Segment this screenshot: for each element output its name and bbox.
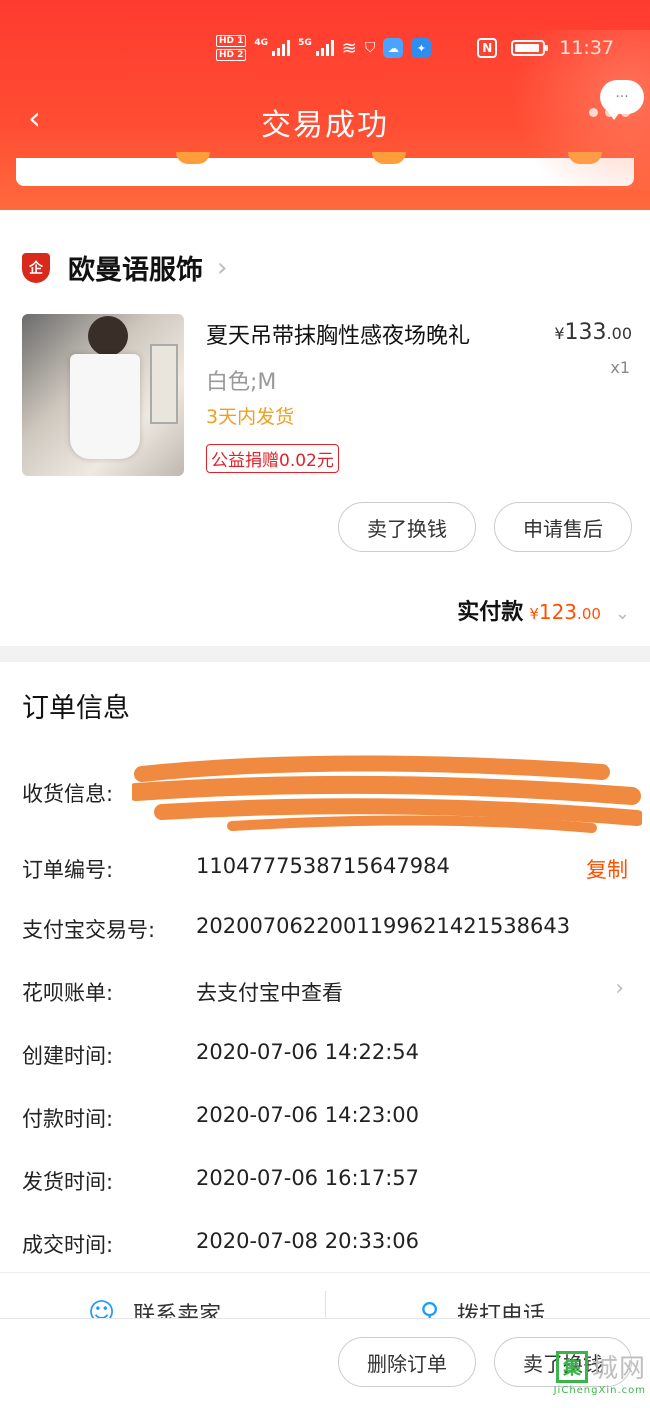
nav-bar: ‹ 交易成功 xyxy=(0,88,650,152)
copy-button[interactable]: 复制 xyxy=(586,854,628,884)
clock-time: 11:37 xyxy=(559,37,614,59)
completed-time-label: 成交时间: xyxy=(22,1233,114,1257)
shipped-time-label: 发货时间: xyxy=(22,1170,114,1194)
created-time-value: 2020-07-06 14:22:54 xyxy=(196,1040,420,1064)
after-sale-button[interactable]: 申请售后 xyxy=(494,502,632,552)
hd1-badge: HD 1 xyxy=(216,35,247,47)
alipay-trade-label: 支付宝交易号: xyxy=(22,918,156,942)
product-image[interactable] xyxy=(22,314,184,476)
contact-seller-button[interactable]: ☺ 联系卖家 xyxy=(88,1297,221,1318)
alipay-trade-value: 2020070622001199621421538643 xyxy=(196,914,571,938)
watermark-logo-icon: 集 xyxy=(555,1350,588,1383)
order-number-value: 1104777538715647984 xyxy=(196,854,450,878)
huabei-bill-link[interactable]: 去支付宝中查看 xyxy=(196,977,343,1007)
order-number-label: 订单编号: xyxy=(22,858,114,882)
phone-icon: ⚲ xyxy=(420,1298,440,1318)
chevron-down-icon: ⌄ xyxy=(614,603,630,624)
signal-bars-icon-2 xyxy=(315,40,334,56)
watermark-en: JiChengXin.com xyxy=(553,1385,646,1396)
site-watermark: 集 城网 JiChengXin.com xyxy=(554,1348,646,1396)
battery-icon xyxy=(511,40,549,56)
bottom-action-bar: 删除订单 卖了换钱 xyxy=(0,1318,650,1408)
chevron-right-icon: › xyxy=(217,252,228,283)
watermark-cn: 城网 xyxy=(591,1354,646,1384)
message-bubble-icon[interactable]: ··· xyxy=(600,80,644,120)
product-title[interactable]: 夏天吊带抹胸性感夜场晚礼 xyxy=(206,318,470,350)
huabei-bill-label: 花呗账单: xyxy=(22,981,114,1005)
header: HD 1 HD 2 4G 5G ≋ ⛉ ☁ ✦ N 11:37 ‹ 交易成功 xyxy=(0,0,650,210)
completed-time-value: 2020-07-08 20:33:06 xyxy=(196,1229,420,1253)
call-label: 拨打电话 xyxy=(457,1303,546,1318)
shop-header[interactable]: 企 欧曼语服饰 › xyxy=(22,248,227,287)
paid-label: 实付款 xyxy=(457,600,524,625)
progress-card-strip xyxy=(16,152,634,186)
signal-bars-icon xyxy=(272,40,291,56)
product-price: ¥133.00 xyxy=(554,320,632,345)
paid-amount-row[interactable]: 实付款 ¥123.00 ⌄ xyxy=(457,594,630,626)
shipping-promise: 3天内发货 xyxy=(206,406,295,428)
shield-icon: ⛉ xyxy=(364,40,376,56)
price-int: 133 xyxy=(564,320,607,345)
network-5g-label: 5G xyxy=(298,38,312,48)
hd2-badge: HD 2 xyxy=(216,49,247,61)
shipped-time-value: 2020-07-06 16:17:57 xyxy=(196,1166,420,1190)
cloud-app-icon: ☁ xyxy=(383,38,404,58)
shipping-info-label: 收货信息: xyxy=(22,782,114,806)
contact-seller-label: 联系卖家 xyxy=(133,1303,222,1318)
enterprise-shop-icon: 企 xyxy=(22,252,50,283)
status-bar: HD 1 HD 2 4G 5G ≋ ⛉ ☁ ✦ N 11:37 xyxy=(0,28,650,68)
price-currency: ¥ xyxy=(554,324,565,343)
charity-tag: 公益捐赠0.02元 xyxy=(206,444,339,473)
network-4g-label: 4G xyxy=(254,38,269,48)
redacted-address xyxy=(132,755,642,833)
created-time-label: 创建时间: xyxy=(22,1044,114,1068)
order-info-section: 订单信息 收货信息: 订单编号: 1104777538715647984 复制 … xyxy=(0,662,650,1272)
order-info-title: 订单信息 xyxy=(22,693,130,724)
paid-amount: ¥123.00 xyxy=(529,600,601,624)
chat-icon: ☺ xyxy=(88,1298,116,1318)
paid-time-value: 2020-07-06 14:23:00 xyxy=(196,1103,420,1127)
page-title: 交易成功 xyxy=(261,108,389,143)
delete-order-button[interactable]: 删除订单 xyxy=(338,1337,476,1387)
paid-int: 123 xyxy=(538,600,578,624)
price-dec: .00 xyxy=(606,324,632,343)
paid-time-label: 付款时间: xyxy=(22,1107,114,1131)
sell-for-cash-button[interactable]: 卖了换钱 xyxy=(338,502,476,552)
wifi-icon: ≋ xyxy=(341,37,357,59)
product-spec: 白色;M xyxy=(206,370,277,395)
shop-card: 企 欧曼语服饰 › 夏天吊带抹胸性感夜场晚礼 ¥133.00 x1 白色;M 3… xyxy=(0,210,650,646)
shop-name: 欧曼语服饰 xyxy=(68,255,203,286)
nfc-icon: N xyxy=(477,38,498,58)
paid-dec: .00 xyxy=(577,605,601,623)
call-button[interactable]: ⚲ 拨打电话 xyxy=(420,1297,545,1318)
bulb-app-icon: ✦ xyxy=(411,38,432,58)
divider xyxy=(325,1291,326,1318)
product-quantity: x1 xyxy=(610,358,630,377)
contact-bar: ☺ 联系卖家 ⚲ 拨打电话 xyxy=(0,1272,650,1318)
hd-indicator: HD 1 HD 2 xyxy=(216,35,247,61)
chevron-right-icon: › xyxy=(615,976,624,1001)
paid-currency: ¥ xyxy=(529,605,539,623)
